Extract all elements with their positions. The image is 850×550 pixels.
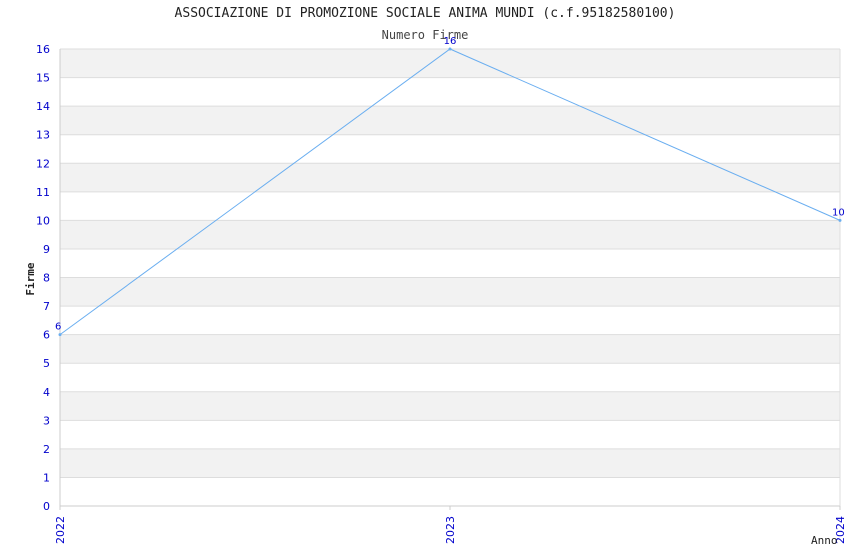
data-point xyxy=(448,47,452,51)
y-tick-label: 7 xyxy=(43,300,50,313)
data-point xyxy=(838,218,842,222)
x-tick-labels: 2022 2023 2024 xyxy=(54,516,847,544)
y-tick-label: 16 xyxy=(36,43,50,56)
y-tick-label: 8 xyxy=(43,272,50,285)
grid-band xyxy=(60,277,840,307)
y-tick-label: 2 xyxy=(43,443,50,456)
x-axis-label: Anno xyxy=(811,534,838,547)
y-tick-label: 4 xyxy=(43,386,50,399)
data-point xyxy=(58,333,62,337)
y-tick-label: 10 xyxy=(36,214,50,227)
line-chart: 012345678910111213141516 2022 2023 2024 61… xyxy=(24,36,847,547)
y-tick-label: 5 xyxy=(43,357,50,370)
y-tick-label: 1 xyxy=(43,471,50,484)
grid-band xyxy=(60,163,840,192)
y-tick-label: 11 xyxy=(36,186,50,199)
y-tick-labels: 012345678910111213141516 xyxy=(36,43,50,513)
plot-bands xyxy=(60,49,840,478)
data-label: 16 xyxy=(444,36,457,47)
y-tick-label: 13 xyxy=(36,129,50,142)
data-label: 10 xyxy=(832,207,845,218)
grid-band xyxy=(60,49,840,78)
y-tick-label: 6 xyxy=(43,329,50,342)
y-tick-label: 12 xyxy=(36,157,50,170)
grid-band xyxy=(60,106,840,135)
y-tick-label: 15 xyxy=(36,72,50,85)
grid-band xyxy=(60,334,840,364)
data-label: 6 xyxy=(55,322,61,333)
y-tick-label: 0 xyxy=(43,500,50,513)
x-tick-label: 2023 xyxy=(444,516,457,544)
x-tick-label: 2022 xyxy=(54,516,67,544)
grid-band xyxy=(60,448,840,478)
y-axis-label: Firme xyxy=(24,262,37,295)
grid-band xyxy=(60,220,840,249)
y-tick-label: 9 xyxy=(43,243,50,256)
y-tick-label: 3 xyxy=(43,414,50,427)
y-tick-label: 14 xyxy=(36,100,50,113)
grid-band xyxy=(60,391,840,421)
